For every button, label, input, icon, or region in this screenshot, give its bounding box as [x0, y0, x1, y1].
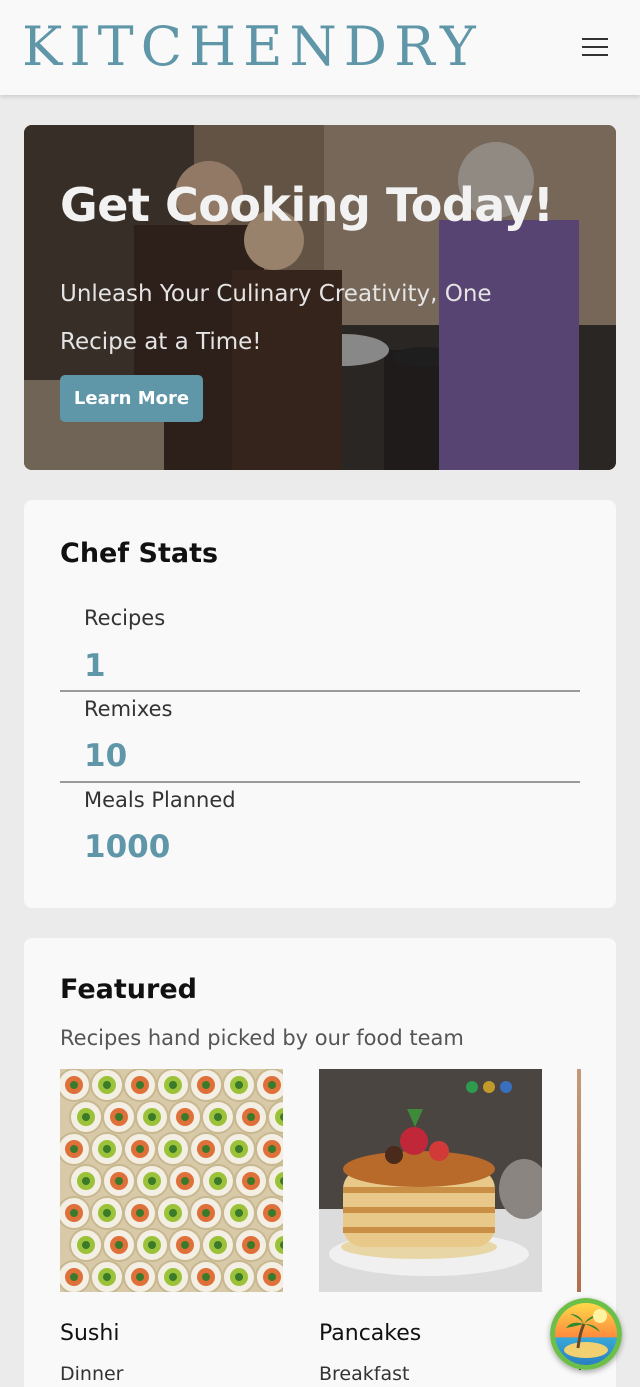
stat-value-meals-planned: 1000: [84, 829, 171, 865]
stat-divider: [60, 781, 580, 783]
featured-card: Featured Recipes hand picked by our food…: [24, 938, 616, 1387]
stat-value-remixes: 10: [84, 738, 128, 774]
stat-label-recipes: Recipes: [84, 606, 166, 630]
recipe-card-sushi[interactable]: Sushi Dinner: [60, 1069, 283, 1385]
hero-title: Get Cooking Today!: [60, 178, 554, 232]
recipe-category: Breakfast: [319, 1363, 410, 1385]
recipe-name: Pancakes: [319, 1321, 422, 1346]
site-logo[interactable]: KITCHENDRY: [22, 14, 483, 80]
hero-banner: Get Cooking Today! Unleash Your Culinary…: [24, 125, 616, 470]
tropical-island-icon[interactable]: [550, 1298, 622, 1370]
chef-stats-card: Chef Stats Recipes 1 Remixes 10 Meals Pl…: [24, 500, 616, 908]
recipe-category: Dinner: [60, 1363, 124, 1385]
stat-label-remixes: Remixes: [84, 697, 173, 721]
hamburger-menu-icon[interactable]: [580, 36, 610, 58]
stat-divider: [60, 690, 580, 692]
featured-subtitle: Recipes hand picked by our food team: [60, 1026, 464, 1050]
color-dot: [466, 1081, 478, 1093]
stat-value-recipes: 1: [84, 648, 106, 684]
recipe-image-sushi: [60, 1069, 283, 1292]
color-dots: [466, 1081, 512, 1093]
learn-more-button[interactable]: Learn More: [60, 375, 203, 422]
featured-title: Featured: [60, 974, 197, 1005]
chef-stats-title: Chef Stats: [60, 538, 219, 569]
recipe-name: Sushi: [60, 1321, 120, 1346]
stat-label-meals-planned: Meals Planned: [84, 788, 236, 812]
hero-subtitle: Unleash Your Culinary Creativity, One Re…: [60, 281, 492, 355]
recipe-card-next-peek[interactable]: [577, 1069, 581, 1292]
color-dot: [483, 1081, 495, 1093]
recipe-card-pancakes[interactable]: Pancakes Breakfast: [319, 1069, 542, 1385]
recipe-image-pancakes: [319, 1069, 542, 1292]
top-header: KITCHENDRY: [0, 0, 640, 95]
color-dot: [500, 1081, 512, 1093]
